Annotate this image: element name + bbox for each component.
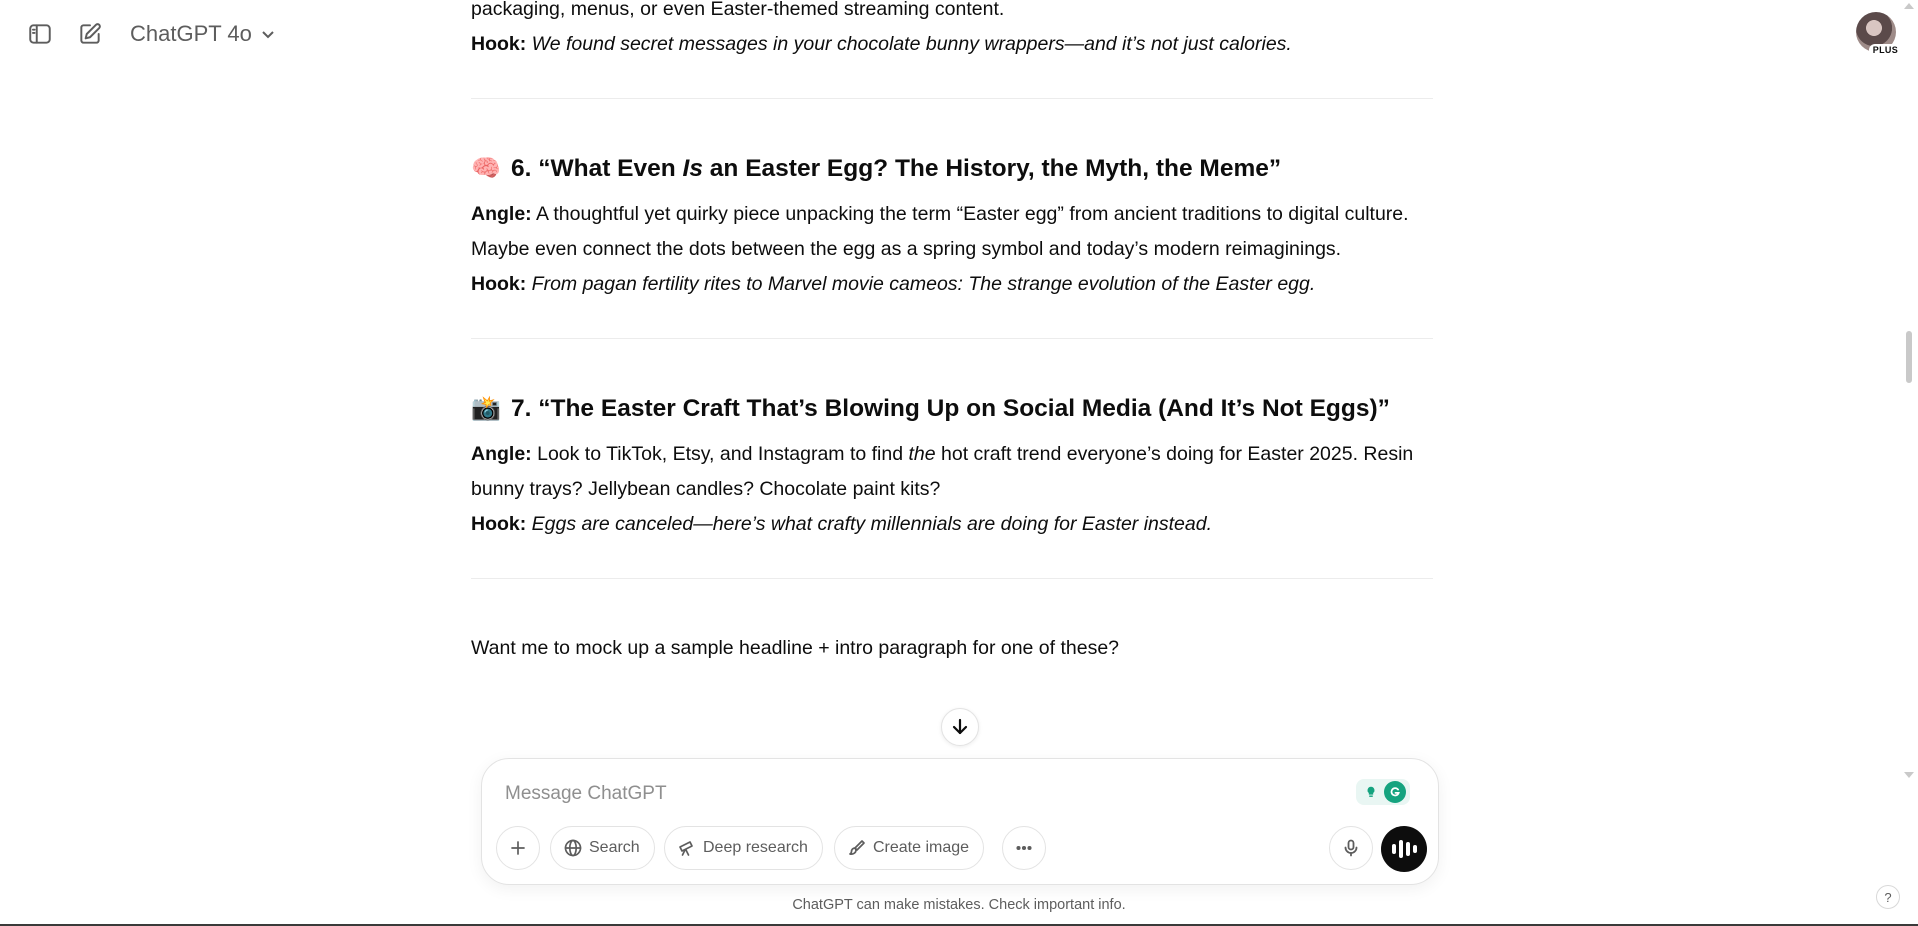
disclaimer: ChatGPT can make mistakes. Check importa… [792, 897, 1126, 913]
angle-text-start: Look to TikTok, Etsy, and Instagram to f… [537, 443, 909, 465]
arrow-down-icon [952, 718, 968, 735]
ellipsis-icon [1016, 845, 1032, 851]
previous-paragraph-tail: packaging, menus, or even Easter-themed … [471, 0, 1005, 20]
hook-label: Hook: [471, 273, 527, 295]
angle-text: A thoughtful yet quirky piece unpacking … [471, 203, 1409, 260]
globe-icon [564, 839, 582, 857]
model-switcher[interactable]: ChatGPT 4o [122, 14, 284, 54]
microphone-icon [1344, 839, 1358, 857]
angle-label: Angle: [471, 203, 532, 225]
avatar[interactable]: PLUS [1856, 12, 1902, 56]
closing-question: Want me to mock up a sample headline + i… [471, 637, 1120, 659]
angle-label: Angle: [471, 443, 532, 465]
sidebar-toggle-button[interactable] [20, 14, 60, 54]
message-input[interactable] [505, 779, 1325, 809]
composer: Search Deep research Create image [481, 758, 1439, 885]
grammarly-icon [1384, 781, 1406, 803]
divider [471, 338, 1433, 339]
section-title: 6. “What Even Is an Easter Egg? The Hist… [511, 151, 1281, 187]
create-image-button[interactable]: Create image [834, 826, 985, 870]
camera-emoji-icon: 📸 [471, 395, 501, 422]
angle-paragraph: Angle: Look to TikTok, Etsy, and Instagr… [471, 437, 1433, 507]
voice-bar [1412, 845, 1417, 853]
paintbrush-icon [849, 840, 865, 855]
compose-icon [80, 23, 101, 44]
telescope-icon [679, 841, 693, 856]
divider [471, 98, 1433, 99]
hook-paragraph: Hook: From pagan fertility rites to Marv… [471, 267, 1433, 302]
scroll-up-arrow[interactable] [1904, 3, 1914, 9]
scrollbar[interactable] [1900, 0, 1918, 926]
previous-hook: Hook: We found secret messages in your c… [471, 27, 1433, 62]
hook-label: Hook: [471, 513, 527, 535]
voice-bar [1405, 842, 1410, 856]
help-button[interactable]: ? [1876, 885, 1900, 909]
create-image-label: Create image [873, 839, 970, 856]
angle-paragraph: Angle: A thoughtful yet quirky piece unp… [471, 197, 1433, 267]
hook-text: From pagan fertility rites to Marvel mov… [531, 273, 1316, 295]
search-button[interactable]: Search [550, 826, 655, 870]
chevron-down-icon [262, 31, 274, 39]
sidebar-icon [29, 24, 51, 44]
angle-emphasis: the [908, 443, 936, 465]
title-emphasis: Is [682, 155, 703, 182]
search-label: Search [589, 839, 640, 856]
voice-bar [1398, 840, 1403, 858]
deep-research-label: Deep research [703, 839, 808, 856]
hook-paragraph: Hook: Eggs are canceled—here’s what craf… [471, 507, 1433, 542]
plan-badge: PLUS [1868, 44, 1902, 56]
plus-icon [511, 841, 525, 855]
hook-text: Eggs are canceled—here’s what crafty mil… [531, 513, 1213, 535]
hook-label: Hook: [471, 33, 527, 55]
title-part: 6. “What Even [511, 155, 683, 182]
voice-mode-button[interactable] [1381, 826, 1427, 872]
scroll-down-arrow[interactable] [1904, 772, 1914, 778]
attach-button[interactable] [496, 826, 540, 870]
new-chat-button[interactable] [70, 14, 110, 54]
model-name: ChatGPT 4o [130, 21, 252, 46]
grammarly-widget[interactable] [1356, 779, 1410, 805]
scroll-to-bottom-button[interactable] [941, 708, 979, 746]
scroll-thumb[interactable] [1906, 331, 1912, 383]
section-title: 7. “The Easter Craft That’s Blowing Up o… [511, 395, 1390, 422]
assistant-message: packaging, menus, or even Easter-themed … [471, 0, 1433, 666]
lightbulb-icon [1360, 781, 1382, 803]
section-heading-6: 🧠 6. “What Even Is an Easter Egg? The Hi… [471, 151, 1433, 187]
deep-research-button[interactable]: Deep research [664, 826, 823, 870]
brain-emoji-icon: 🧠 [471, 155, 501, 182]
divider [471, 578, 1433, 579]
voice-mode-icon [1391, 844, 1396, 854]
section-heading-7: 📸 7. “The Easter Craft That’s Blowing Up… [471, 391, 1433, 427]
dictate-button[interactable] [1329, 826, 1373, 870]
hook-text: We found secret messages in your chocola… [531, 33, 1292, 55]
title-part: an Easter Egg? The History, the Myth, th… [702, 155, 1282, 182]
more-tools-button[interactable] [1002, 826, 1046, 870]
